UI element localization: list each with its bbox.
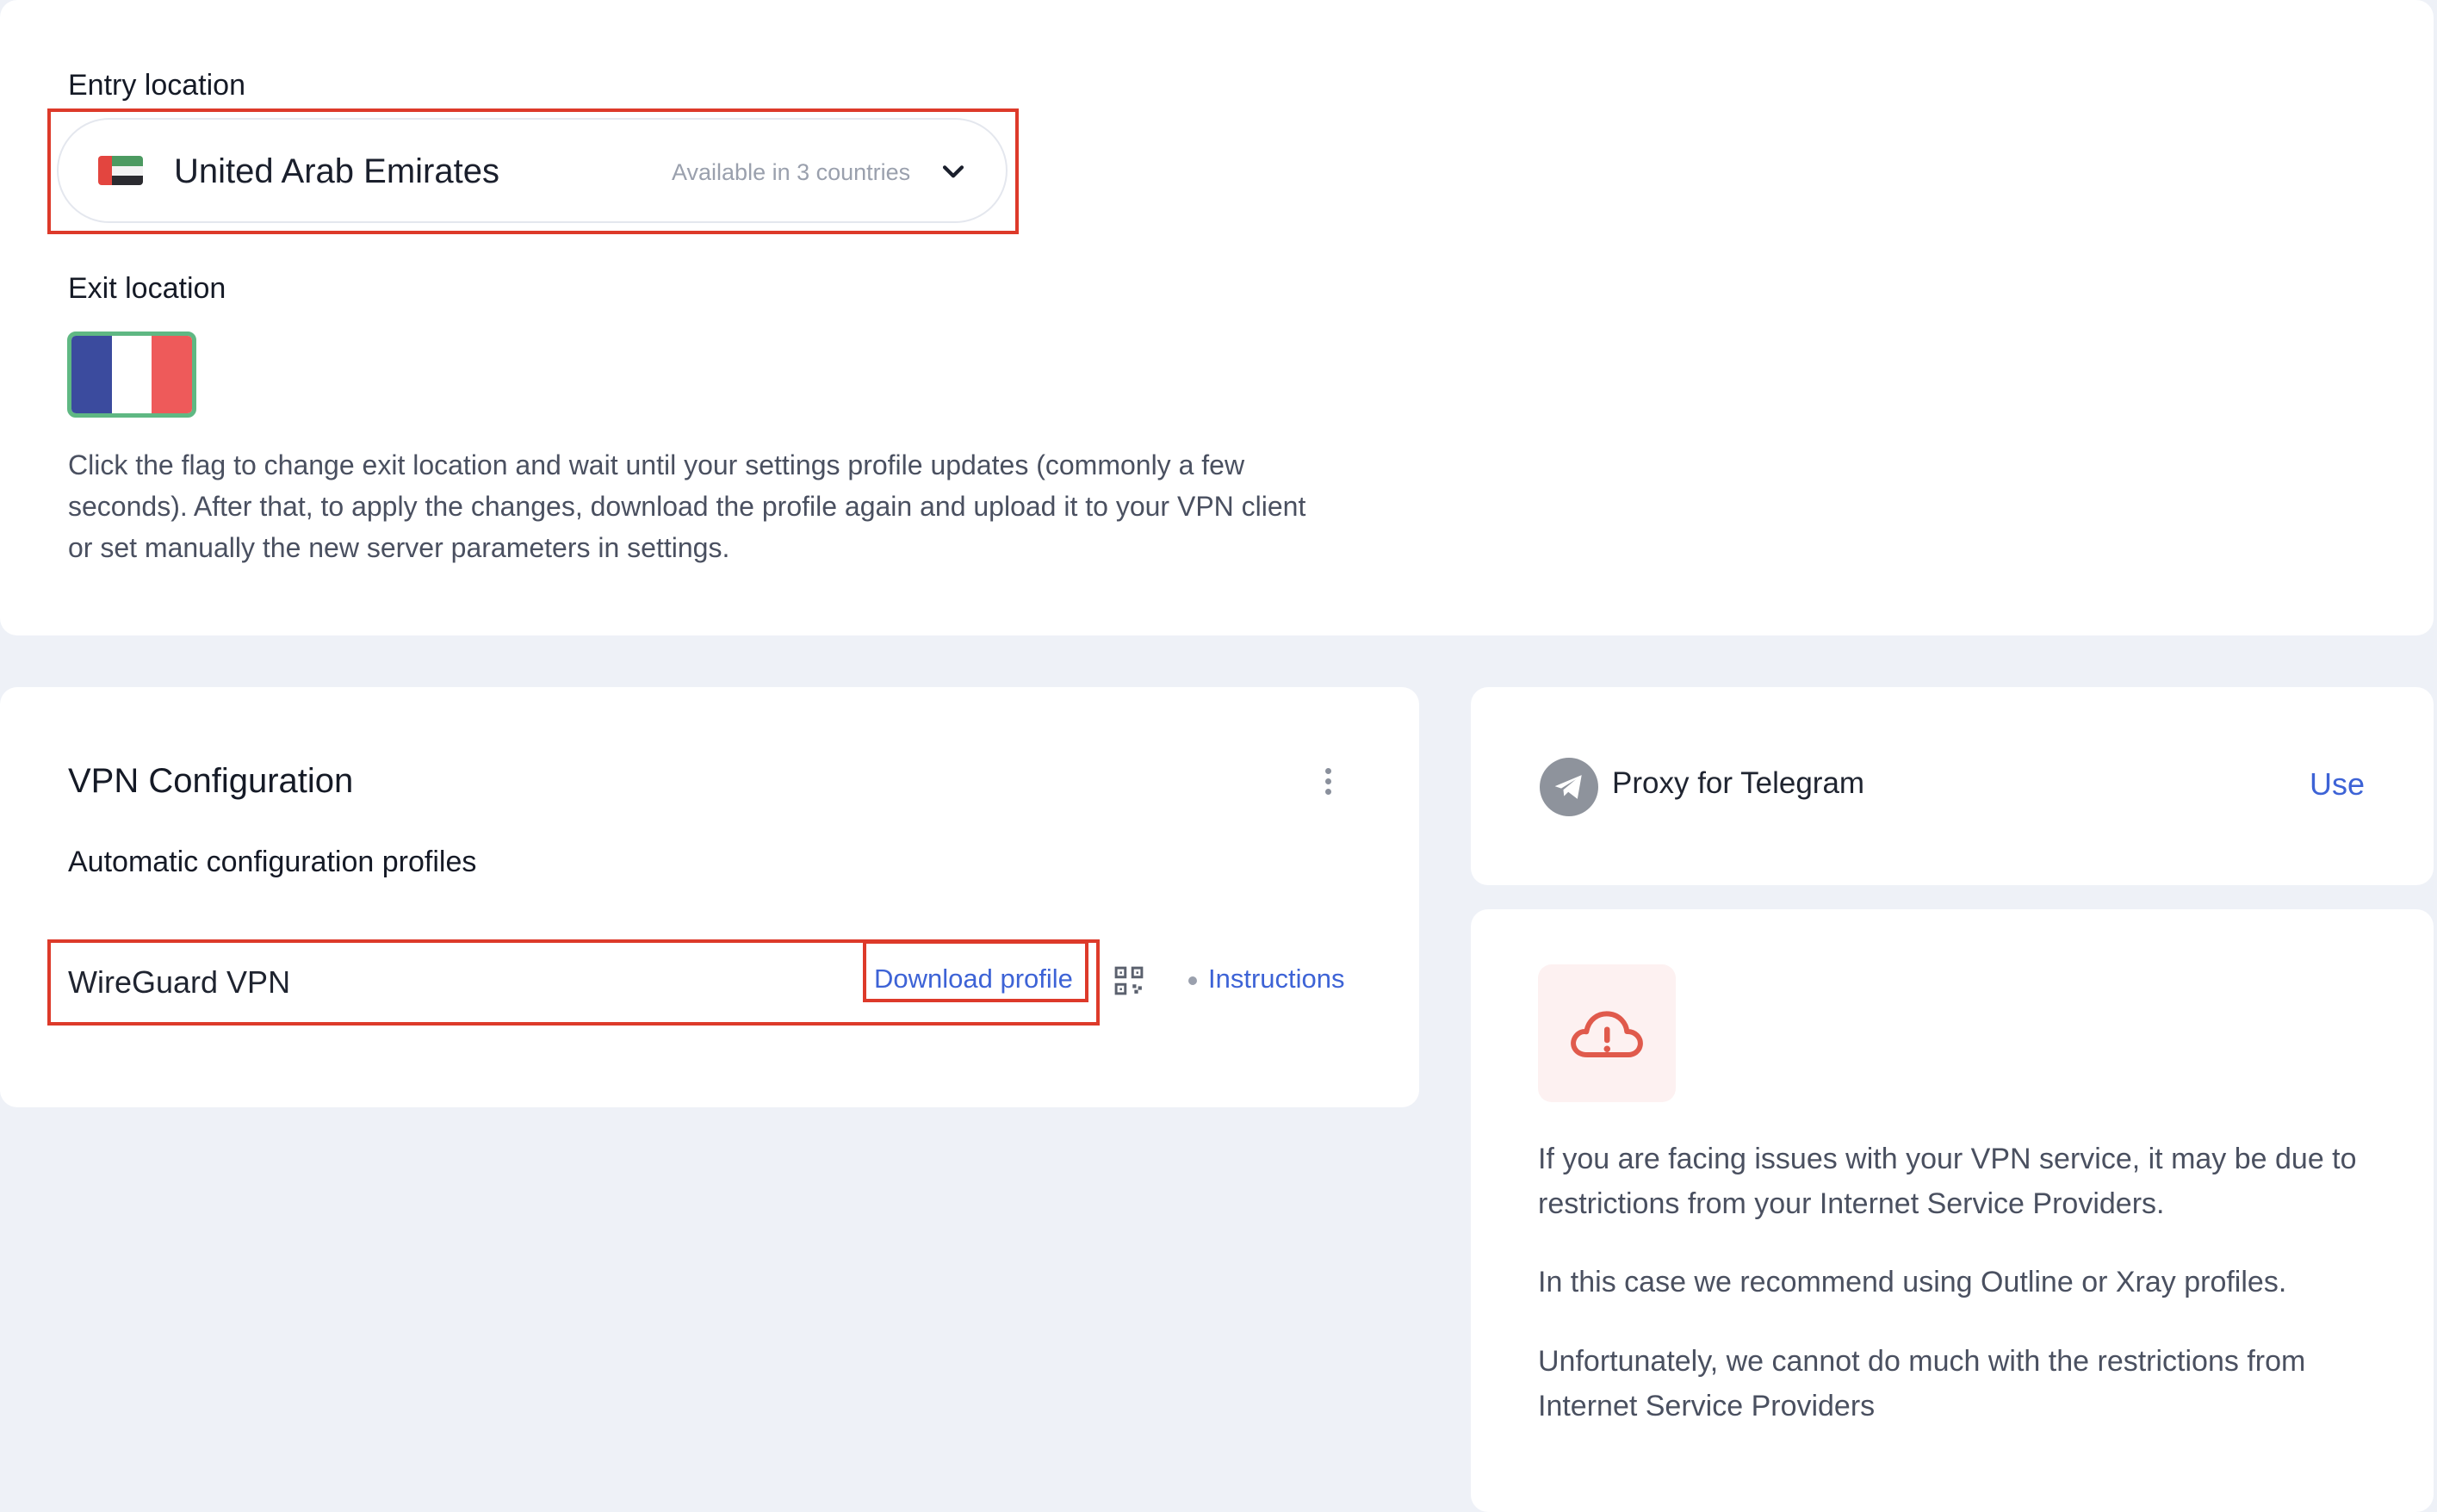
wireguard-profile-name: WireGuard VPN	[68, 964, 291, 1000]
uae-flag-icon	[98, 156, 143, 185]
instructions-link[interactable]: Instructions	[1208, 964, 1345, 995]
use-telegram-proxy-button[interactable]: Use	[2310, 766, 2365, 802]
chevron-down-icon	[942, 165, 964, 178]
exit-location-label: Exit location	[68, 272, 226, 305]
bullet-dot	[1188, 976, 1197, 985]
entry-location-select[interactable]: United Arab Emirates Available in 3 coun…	[57, 118, 1008, 223]
automatic-profiles-heading: Automatic configuration profiles	[68, 846, 477, 878]
telegram-icon	[1540, 758, 1598, 816]
france-flag-button[interactable]	[67, 332, 196, 418]
vpn-configuration-title: VPN Configuration	[68, 762, 354, 800]
issues-paragraph-3: Unfortunately, we cannot do much with th…	[1538, 1345, 2306, 1422]
cloud-warning-icon	[1538, 964, 1676, 1102]
entry-location-label: Entry location	[68, 69, 245, 102]
download-profile-link[interactable]: Download profile	[874, 964, 1073, 995]
issues-paragraph-1: If you are facing issues with your VPN s…	[1538, 1143, 2357, 1220]
qr-code-icon[interactable]	[1114, 966, 1144, 995]
entry-location-value: United Arab Emirates	[174, 152, 499, 190]
more-options-icon[interactable]	[1319, 768, 1336, 802]
exit-location-description: Click the flag to change exit location a…	[68, 449, 1306, 563]
vpn-configuration-card	[0, 687, 1419, 1107]
telegram-proxy-label: Proxy for Telegram	[1612, 766, 1865, 800]
entry-availability-hint: Available in 3 countries	[672, 159, 911, 185]
issues-paragraph-2: In this case we recommend using Outline …	[1538, 1266, 2287, 1298]
